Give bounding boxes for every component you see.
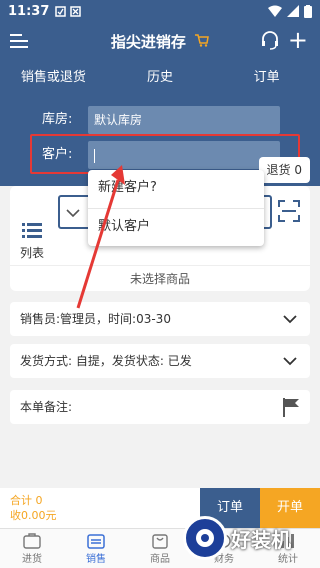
shipping-text: 发货方式: 自提，发货状态: 已发 xyxy=(20,354,192,368)
add-button[interactable]: + xyxy=(288,26,308,54)
notification-icon xyxy=(70,5,82,17)
list-icon xyxy=(14,222,50,244)
total-count: 合计 0 xyxy=(10,494,43,507)
products-icon xyxy=(152,534,168,549)
shipping-row[interactable]: 发货方式: 自提，发货状态: 已发 xyxy=(10,344,310,378)
notification-icon xyxy=(55,5,67,17)
headset-icon[interactable] xyxy=(260,30,280,50)
nav-sales[interactable]: 销售 xyxy=(64,529,128,568)
nav-purchase[interactable]: 进货 xyxy=(0,529,64,568)
flag-icon[interactable] xyxy=(282,397,300,417)
received-amount: 收0.00元 xyxy=(10,509,57,522)
note-row[interactable]: 本单备注: xyxy=(10,390,310,424)
chevron-down-icon xyxy=(283,315,297,324)
warehouse-label: 库房: xyxy=(42,112,73,127)
warehouse-select[interactable]: 默认库房 xyxy=(88,106,280,134)
status-time: 11:37 xyxy=(8,3,50,19)
no-product-text: 未选择商品 xyxy=(10,265,310,291)
status-bar: 11:37 xyxy=(0,0,320,22)
total-summary: 合计 0 收0.00元 xyxy=(0,488,200,528)
chevron-down-icon[interactable] xyxy=(64,204,82,222)
app-header: 指尖进销存 + xyxy=(0,22,320,60)
default-customer-option[interactable]: 默认客户 xyxy=(88,208,264,246)
signal-icon xyxy=(287,5,299,17)
chevron-down-icon xyxy=(283,357,297,366)
tab-orders[interactable]: 订单 xyxy=(213,60,320,96)
sales-icon xyxy=(87,534,105,549)
watermark-text: 好装机 xyxy=(231,527,291,552)
salesperson-text: 销售员:管理员，时间:03-30 xyxy=(20,312,171,326)
note-label: 本单备注: xyxy=(20,400,73,414)
nav-sales-label: 销售 xyxy=(86,554,106,565)
list-button[interactable]: 列表 xyxy=(14,222,50,261)
purchase-icon xyxy=(23,533,41,549)
logo-icon xyxy=(183,516,227,560)
salesperson-row[interactable]: 销售员:管理员，时间:03-30 xyxy=(10,302,310,336)
scan-icon[interactable] xyxy=(278,200,300,222)
warehouse-row: 库房: 默认库房 xyxy=(0,106,320,134)
tab-sale-or-return[interactable]: 销售或退货 xyxy=(0,60,107,96)
battery-icon xyxy=(304,4,312,18)
cart-icon xyxy=(190,33,210,51)
list-label: 列表 xyxy=(19,246,44,260)
watermark-logo: 好装机 xyxy=(183,516,291,560)
customer-dropdown: 新建客户? 默认客户 xyxy=(88,170,264,246)
wifi-icon xyxy=(268,5,282,17)
nav-purchase-label: 进货 xyxy=(22,554,42,565)
return-badge[interactable]: 退货 0 xyxy=(258,157,310,183)
new-customer-option[interactable]: 新建客户? xyxy=(88,170,264,208)
tab-bar: 销售或退货 历史 订单 xyxy=(0,60,320,96)
tab-history[interactable]: 历史 xyxy=(107,60,214,96)
page-title-text: 指尖进销存 xyxy=(110,32,186,51)
